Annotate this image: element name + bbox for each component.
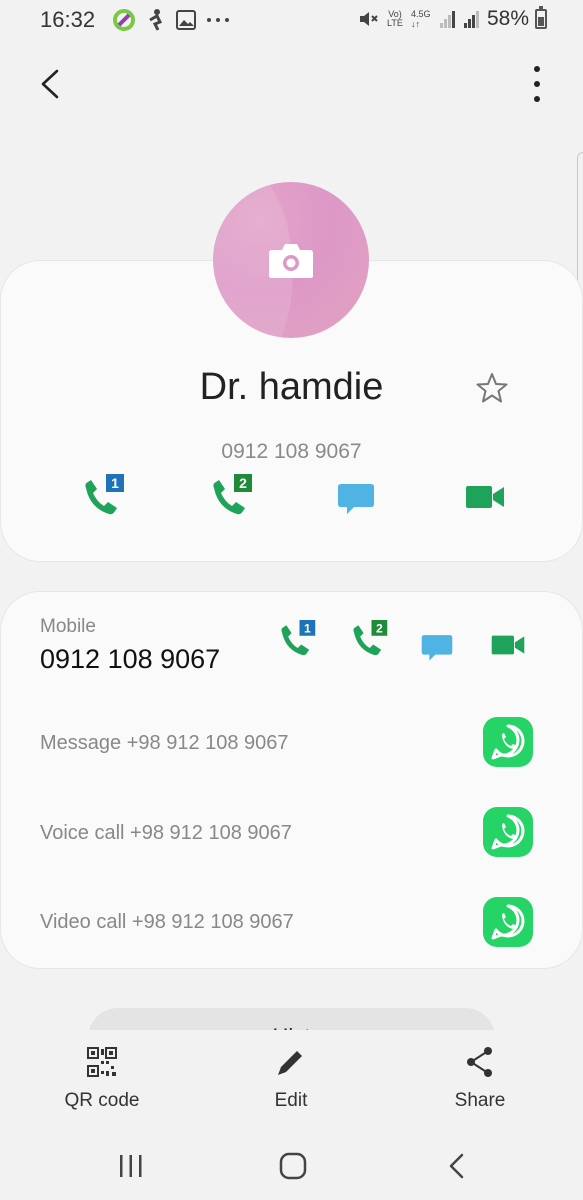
header-phone-number: 0912 108 9067 (221, 440, 362, 463)
more-options-button[interactable] (527, 66, 547, 102)
mobile-label: Mobile (40, 616, 96, 637)
phone-sim1-icon: 1 (85, 474, 124, 515)
status-time: 16:32 (40, 7, 96, 32)
call-sim1-button[interactable]: 1 (78, 474, 126, 522)
whatsapp-voice-call-button[interactable] (483, 806, 533, 858)
navigation-bar (0, 1130, 583, 1200)
nav-back-icon (449, 1153, 464, 1179)
message-bubble-icon (421, 635, 453, 661)
mobile-number[interactable]: 0912 108 9067 (40, 644, 220, 675)
call-sim2-button[interactable]: 2 (206, 474, 254, 522)
more-vertical-icon (534, 66, 540, 72)
4g-data-icon: 4.5G ↓↑ (410, 9, 431, 29)
detail-call-sim2-button[interactable]: 2 (347, 620, 389, 662)
bottom-toolbar: QR code Edit Share (0, 1030, 583, 1130)
detail-call-sim1-button[interactable]: 1 (275, 620, 317, 662)
home-icon (279, 1152, 307, 1180)
more-notifications-icon (207, 18, 229, 22)
gallery-icon (176, 10, 196, 30)
whatsapp-video-call-label[interactable]: Video call +98 912 108 9067 (40, 911, 294, 934)
sim1-badge: 1 (304, 621, 311, 635)
share-label: Share (454, 1090, 506, 1111)
video-camera-icon (466, 486, 504, 508)
signal-icon (439, 11, 455, 28)
nav-back-button[interactable] (437, 1146, 477, 1186)
qr-code-icon (87, 1047, 117, 1077)
back-button[interactable] (30, 62, 70, 106)
edit-label: Edit (274, 1090, 308, 1111)
sim1-badge: 1 (111, 475, 119, 491)
status-right: Vo) LTE 4.5G ↓↑ 58% (357, 6, 547, 31)
detail-message-button[interactable] (420, 630, 454, 664)
whatsapp-icon (483, 897, 533, 947)
signal-icon (463, 11, 479, 28)
volte-icon: Vo) LTE (387, 9, 403, 28)
message-button[interactable] (336, 478, 384, 526)
camera-icon (269, 244, 313, 278)
favorite-button[interactable] (474, 370, 510, 406)
whatsapp-message-button[interactable] (483, 716, 533, 768)
phone-sim2-icon: 2 (213, 474, 252, 515)
app-notification-icon (113, 9, 135, 31)
whatsapp-message-label[interactable]: Message +98 912 108 9067 (40, 732, 289, 755)
sim2-badge: 2 (239, 475, 247, 491)
phone-sim1-icon: 1 (281, 620, 316, 656)
pencil-icon (278, 1051, 302, 1075)
accessibility-icon (149, 9, 163, 31)
sim2-badge: 2 (376, 621, 383, 635)
mute-icon (359, 12, 378, 26)
home-button[interactable] (273, 1146, 313, 1186)
battery-icon (535, 6, 547, 29)
phone-sim2-icon: 2 (353, 620, 388, 656)
recent-apps-icon (120, 1155, 142, 1177)
status-bar: 16:32 Vo) LTE 4.5G ↓↑ 58% (0, 0, 583, 40)
share-button[interactable]: Share (410, 1030, 550, 1112)
message-bubble-icon (338, 484, 374, 514)
star-outline-icon (476, 373, 508, 403)
battery-percent: 58% (486, 7, 529, 30)
qr-code-button[interactable]: QR code (32, 1030, 172, 1112)
whatsapp-video-call-button[interactable] (483, 896, 533, 948)
share-icon (467, 1047, 492, 1077)
recent-apps-button[interactable] (111, 1146, 151, 1186)
whatsapp-icon (483, 717, 533, 767)
chevron-left-icon (41, 69, 59, 99)
notification-icons (112, 8, 230, 32)
qr-code-label: QR code (64, 1090, 140, 1111)
whatsapp-voice-call-label[interactable]: Voice call +98 912 108 9067 (40, 822, 292, 845)
video-camera-icon (491, 635, 525, 655)
whatsapp-icon (483, 807, 533, 857)
video-call-button[interactable] (464, 480, 512, 528)
edit-button[interactable]: Edit (221, 1030, 361, 1112)
contact-avatar[interactable] (213, 182, 369, 338)
detail-video-call-button[interactable] (490, 630, 526, 660)
